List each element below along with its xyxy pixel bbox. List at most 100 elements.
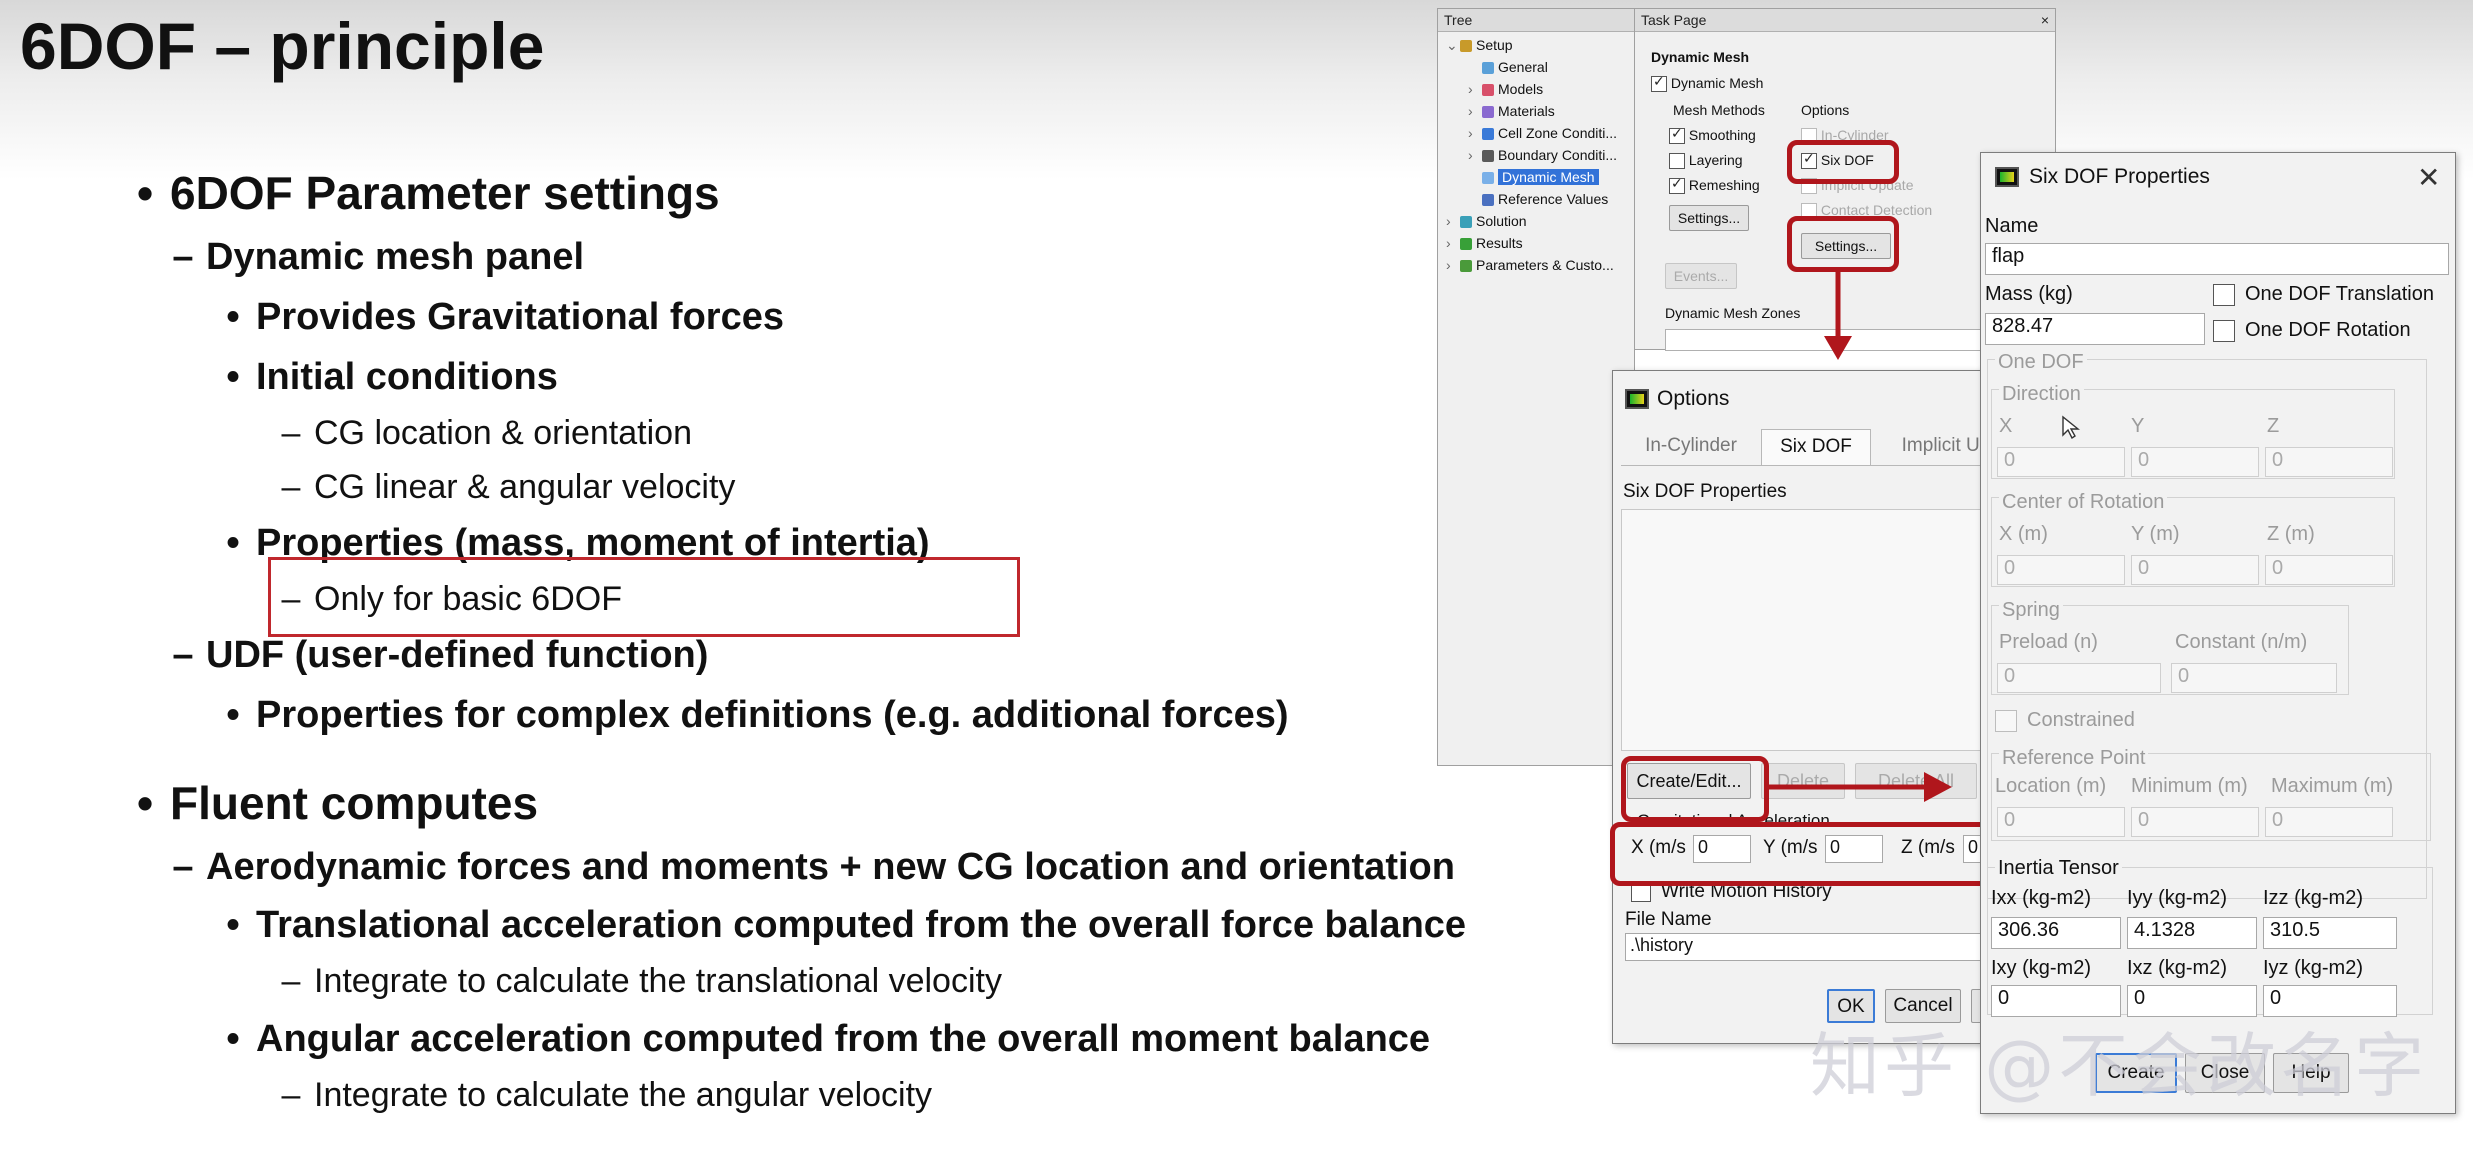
close-icon[interactable]: ✕ [2417,161,2440,194]
location-input[interactable]: 0 [1997,807,2125,837]
tree-arrow-icon[interactable]: › [1446,235,1460,251]
six-dof-properties-dialog: Six DOF Properties ✕ Name flap Mass (kg)… [1980,152,2456,1114]
options-label: Options [1801,102,1850,118]
izz-label: Izz (kg-m2) [2263,887,2363,909]
task-page-header: Task Page × [1635,9,2055,32]
cr-x-label: X (m) [1999,523,2048,545]
minimum-input[interactable]: 0 [2131,807,2259,837]
tree-node-icon [1460,40,1472,53]
tree-item-label: Dynamic Mesh [1498,169,1599,185]
tree-item-label: Results [1476,235,1523,251]
tree-item[interactable]: › Materials [1468,103,1555,119]
tree-item[interactable]: Dynamic Mesh [1468,169,1599,185]
arrow-right-icon [1764,772,1952,802]
mesh-settings-button[interactable]: Settings... [1669,205,1749,231]
mass-input[interactable]: 828.47 [1985,313,2205,345]
direction-z-label: Z [2267,415,2280,437]
six-dof-properties-label: Six DOF Properties [1623,481,1787,502]
ixx-input[interactable]: 306.36 [1991,917,2121,949]
preload-label: Preload (n) [1999,631,2098,653]
tree-node-icon [1482,194,1494,207]
tree-arrow-icon[interactable]: › [1468,147,1482,163]
tree-arrow-icon[interactable]: › [1468,125,1482,141]
cr-z-input[interactable]: 0 [2265,555,2393,585]
preload-input[interactable]: 0 [1997,663,2161,693]
tree-item[interactable]: › Cell Zone Conditi... [1468,125,1617,141]
izz-input[interactable]: 310.5 [2263,917,2397,949]
minimum-label: Minimum (m) [2131,775,2248,797]
item-translational-acceleration: • Translational acceleration computed fro… [226,904,1467,946]
tree-item-label: Parameters & Custo... [1476,257,1614,273]
events-button[interactable]: Events... [1665,263,1737,289]
direction-x-input[interactable]: 0 [1997,447,2125,477]
reference-point-label: Reference Point [1999,747,2149,770]
tree-item[interactable]: › Results [1446,235,1523,251]
mass-label: Mass (kg) [1985,283,2073,305]
tree-item[interactable]: ⌄ Setup [1446,37,1513,54]
tree-arrow-icon[interactable]: ⌄ [1446,37,1460,54]
tree-item[interactable]: › Solution [1446,213,1527,229]
cr-x-input[interactable]: 0 [1997,555,2125,585]
fluent-app-icon [1625,389,1649,409]
name-label: Name [1985,215,2039,237]
name-input[interactable]: flap [1985,243,2449,275]
bullet-marker: • [136,167,154,219]
arrow-down-icon [1824,270,1852,360]
tree-arrow-icon[interactable]: › [1446,257,1460,273]
highlight-box-basic-6dof [268,557,1020,637]
tree-item-label: Boundary Conditi... [1498,147,1618,163]
one-dof-translation-checkbox[interactable]: One DOF Translation [2213,283,2434,306]
ixz-label: Ixz (kg-m2) [2127,957,2227,979]
mouse-cursor-icon [2062,415,2080,440]
remeshing-checkbox[interactable]: Remeshing [1669,175,1760,195]
tree-node-icon [1482,150,1494,163]
tree-item[interactable]: › Parameters & Custo... [1446,257,1614,273]
tree-item[interactable]: General [1468,59,1548,75]
item-initial-conditions: • Initial conditions [226,356,558,398]
smoothing-checkbox[interactable]: Smoothing [1669,125,1756,145]
layering-checkbox[interactable]: Layering [1669,152,1743,170]
tree-arrow-icon[interactable]: › [1446,213,1460,229]
options-title-bar: Options [1625,387,1729,411]
tree-arrow-icon[interactable]: › [1468,103,1482,119]
iyy-input[interactable]: 4.1328 [2127,917,2257,949]
dynamic-mesh-zones-label: Dynamic Mesh Zones [1665,305,1801,321]
tree-item-label: Setup [1476,37,1513,53]
item-complex-definitions: • Properties for complex definitions (e.g… [226,694,1289,736]
checkbox-icon[interactable] [1651,73,1667,93]
direction-z-input[interactable]: 0 [2265,447,2393,477]
maximum-input[interactable]: 0 [2265,807,2393,837]
tree-item[interactable]: Reference Values [1468,191,1608,207]
tree-item[interactable]: › Boundary Conditi... [1468,147,1617,163]
dynamic-mesh-checkbox[interactable]: Dynamic Mesh [1651,73,1763,93]
spring-label: Spring [1999,599,2063,622]
one-dof-label: One DOF [1995,351,2087,374]
tab-in-cylinder[interactable]: In-Cylinder [1621,429,1761,465]
task-page-title: Dynamic Mesh [1651,49,1750,65]
tree-node-icon [1482,128,1494,141]
item-cg-velocity: – CG linear & angular velocity [281,468,736,506]
ixy-label: Ixy (kg-m2) [1991,957,2091,979]
item-angular-acceleration: • Angular acceleration computed from the … [226,1018,1431,1060]
constant-label: Constant (n/m) [2175,631,2308,653]
constrained-checkbox[interactable]: Constrained [1995,709,2135,732]
one-dof-rotation-checkbox[interactable]: One DOF Rotation [2213,319,2411,342]
direction-y-input[interactable]: 0 [2131,447,2259,477]
ixx-label: Ixx (kg-m2) [1991,887,2091,909]
tree-node-icon [1482,84,1494,97]
fluent-app-icon [1995,167,2019,187]
tree-node-icon [1460,238,1472,251]
tree-node-icon [1460,216,1472,229]
tree-header: Tree [1438,9,1634,32]
highlight-six-dof [1787,140,1899,184]
cr-y-input[interactable]: 0 [2131,555,2259,585]
tab-six-dof[interactable]: Six DOF [1761,429,1871,465]
tree-arrow-icon[interactable]: › [1468,81,1482,97]
tree-node-icon [1482,172,1494,185]
close-icon[interactable]: × [2041,12,2049,28]
tree-item[interactable]: › Models [1468,81,1543,97]
tree-panel: Tree ⌄ Setup General › Models › Materials › Cell… [1437,8,1635,766]
bullet-fluent-computes: • Fluent computes [136,777,539,829]
highlight-create-edit [1621,756,1769,822]
constant-input[interactable]: 0 [2171,663,2337,693]
